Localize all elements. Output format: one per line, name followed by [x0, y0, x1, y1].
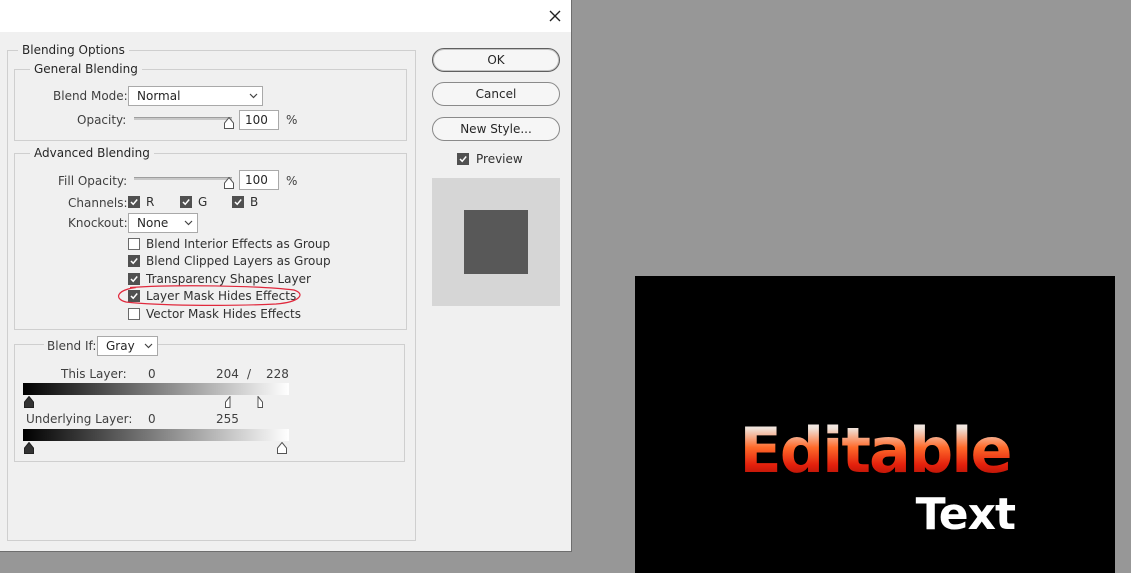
channel-g-label: G: [198, 195, 208, 209]
text-white: Text: [915, 489, 1016, 540]
editable-text-fire: Editable: [735, 416, 1015, 486]
preview-swatch: [464, 210, 528, 274]
blend-if-select[interactable]: Gray: [97, 336, 158, 356]
knockout-select[interactable]: None: [128, 213, 198, 233]
channel-b-label: B: [250, 195, 259, 209]
fill-opacity-input[interactable]: 100: [239, 170, 279, 190]
channel-b-checkbox[interactable]: [232, 196, 244, 208]
this-layer-separator: /: [247, 367, 252, 381]
knockout-value: None: [137, 216, 169, 230]
blend-clipped-layers-label: Blend Clipped Layers as Group: [146, 254, 331, 268]
layer-mask-hides-effects-label: Layer Mask Hides Effects: [146, 289, 297, 303]
opacity-slider-thumb[interactable]: [224, 117, 234, 129]
blend-mode-value: Normal: [137, 89, 181, 103]
chevron-down-icon: [184, 220, 193, 226]
opacity-input[interactable]: 100: [239, 110, 279, 130]
chevron-down-icon: [144, 343, 153, 349]
channel-g-checkbox[interactable]: [180, 196, 192, 208]
new-style-button[interactable]: New Style...: [432, 117, 560, 141]
underlying-high-value: 255: [216, 412, 239, 426]
this-layer-gradient: [23, 383, 289, 395]
transparency-shapes-checkbox[interactable]: [128, 273, 140, 285]
transparency-shapes-label: Transparency Shapes Layer: [146, 272, 311, 286]
close-icon[interactable]: [547, 8, 563, 24]
style-preview-thumbnail: [432, 178, 560, 306]
ok-button[interactable]: OK: [432, 48, 560, 72]
preview-label: Preview: [476, 152, 523, 166]
document-canvas: Editable Text: [635, 276, 1115, 573]
this-layer-white-thumb-right[interactable]: [253, 396, 263, 408]
chevron-down-icon: [249, 93, 258, 99]
opacity-slider-track[interactable]: [134, 117, 232, 120]
vector-mask-hides-effects-label: Vector Mask Hides Effects: [146, 307, 301, 321]
blend-interior-effects-checkbox[interactable]: [128, 238, 140, 250]
cancel-button[interactable]: Cancel: [432, 82, 560, 106]
blend-mode-label: Blend Mode:: [53, 89, 128, 103]
opacity-label: Opacity:: [77, 113, 127, 127]
blend-clipped-layers-checkbox[interactable]: [128, 255, 140, 267]
fill-opacity-slider-thumb[interactable]: [224, 177, 234, 189]
dialog-titlebar: [0, 0, 571, 32]
fill-opacity-unit: %: [286, 174, 298, 188]
knockout-label: Knockout:: [68, 216, 128, 230]
vector-mask-hides-effects-checkbox[interactable]: [128, 308, 140, 320]
blending-options-dialog: Blending Options General Blending Blend …: [0, 0, 572, 552]
underlying-layer-gradient: [23, 429, 289, 441]
fill-opacity-label: Fill Opacity:: [58, 174, 128, 188]
underlying-white-thumb[interactable]: [277, 442, 287, 454]
channel-r-checkbox[interactable]: [128, 196, 140, 208]
advanced-blending-title: Advanced Blending: [30, 146, 154, 161]
opacity-unit: %: [286, 113, 298, 127]
blend-mode-select[interactable]: Normal: [128, 86, 263, 106]
channels-label: Channels:: [68, 196, 128, 210]
this-layer-white-thumb-left[interactable]: [225, 396, 235, 408]
this-layer-high-value-a: 204: [216, 367, 239, 381]
general-blending-title: General Blending: [30, 62, 142, 77]
fill-opacity-slider-track[interactable]: [134, 177, 232, 180]
this-layer-high-value-b: 228: [266, 367, 289, 381]
this-layer-label: This Layer:: [61, 367, 127, 381]
this-layer-black-thumb[interactable]: [24, 396, 34, 408]
blend-if-label: Blend If:: [44, 339, 100, 353]
underlying-black-thumb[interactable]: [24, 442, 34, 454]
preview-checkbox[interactable]: [457, 153, 469, 165]
layer-mask-hides-effects-checkbox[interactable]: [128, 290, 140, 302]
channel-r-label: R: [146, 195, 155, 209]
blend-if-group: [14, 344, 405, 462]
blending-options-title: Blending Options: [18, 43, 129, 58]
blend-interior-effects-label: Blend Interior Effects as Group: [146, 237, 331, 251]
underlying-layer-label: Underlying Layer:: [26, 412, 133, 426]
blend-if-value: Gray: [106, 339, 135, 353]
underlying-low-value: 0: [148, 412, 156, 426]
this-layer-low-value: 0: [148, 367, 156, 381]
